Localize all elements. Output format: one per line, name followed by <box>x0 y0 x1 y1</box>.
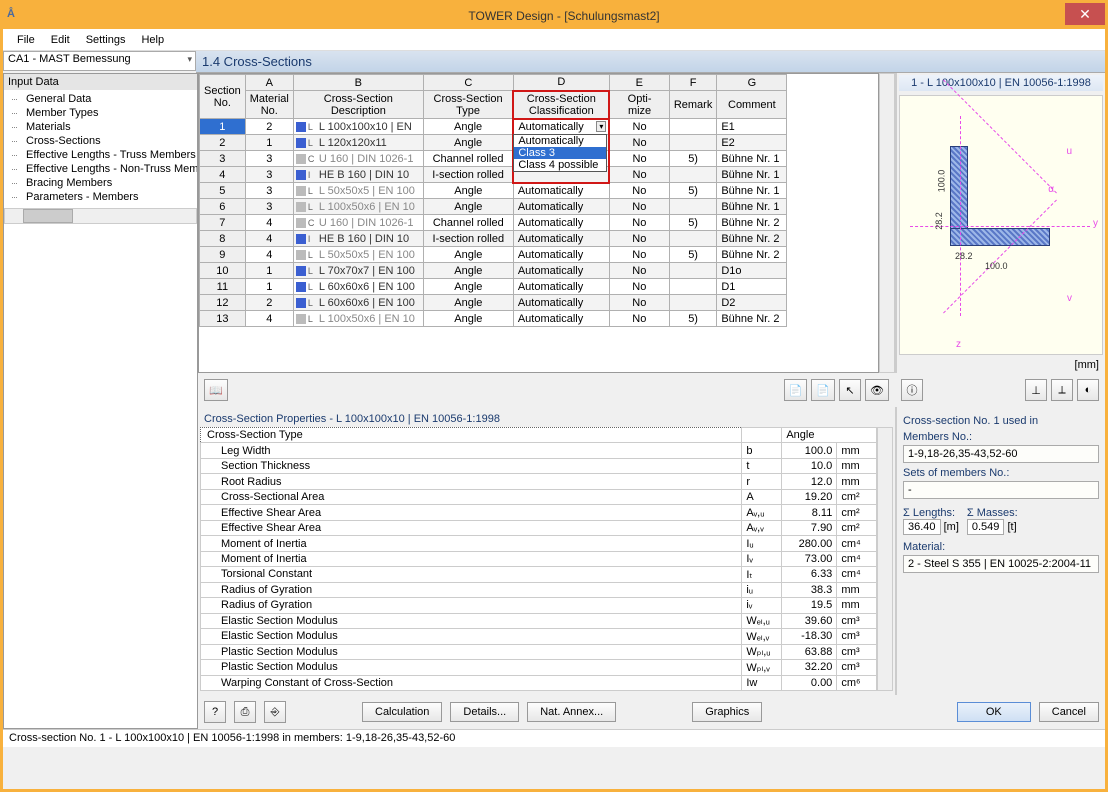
icon-btn-1[interactable]: 📄 <box>784 379 808 401</box>
mass-unit: [t] <box>1007 521 1016 533</box>
preview-caption: 1 - L 100x100x10 | EN 10056-1:1998 <box>899 75 1103 91</box>
tree-item[interactable]: Materials <box>4 120 197 134</box>
close-button[interactable]: ✕ <box>1065 3 1105 25</box>
window-title: TOWER Design - [Schulungsmast2] <box>23 9 1105 23</box>
menu-file[interactable]: File <box>9 32 43 48</box>
app-icon: Å <box>7 8 23 24</box>
table-row[interactable]: 94L L 50x50x5 | EN 100AngleAutomatically… <box>200 247 787 263</box>
tree-item[interactable]: Member Types <box>4 106 197 120</box>
tree-item[interactable]: Effective Lengths - Non-Truss Members <box>4 162 197 176</box>
cross-sections-grid[interactable]: SectionNo.ABCDEFGMaterialNo.Cross-Sectio… <box>199 74 787 327</box>
props-title: Cross-Section Properties - L 100x100x10 … <box>200 411 893 427</box>
table-row[interactable]: 21L L 120x120x11AngleNoE2 <box>200 135 787 151</box>
help-button[interactable]: ? <box>204 701 226 723</box>
calculation-button[interactable]: Calculation <box>362 702 442 722</box>
cancel-button[interactable]: Cancel <box>1039 702 1099 722</box>
props-table: Cross-Section TypeAngleLeg Widthb100.0mm… <box>200 427 877 691</box>
table-row[interactable]: 122L L 60x60x6 | EN 100AngleAutomaticall… <box>200 295 787 311</box>
nat-annex-button[interactable]: Nat. Annex... <box>527 702 616 722</box>
ok-button[interactable]: OK <box>957 702 1031 722</box>
icon-btn-3[interactable]: ↖ <box>839 379 861 401</box>
material-box: 2 - Steel S 355 | EN 10025-2:2004-11 <box>903 555 1099 573</box>
titlebar: Å TOWER Design - [Schulungsmast2] ✕ <box>3 3 1105 29</box>
menu-settings[interactable]: Settings <box>78 32 134 48</box>
mass-value: 0.549 <box>967 519 1005 535</box>
combo-main[interactable]: CA1 - MAST Bemessung <box>3 51 196 71</box>
details-button[interactable]: Details... <box>450 702 519 722</box>
statusbar: Cross-section No. 1 - L 100x100x10 | EN … <box>3 729 1105 747</box>
sets-label: Sets of members No.: <box>903 467 1099 479</box>
sets-box: - <box>903 481 1099 499</box>
props-vscroll[interactable] <box>877 427 893 691</box>
length-label: Σ Lengths: <box>903 507 959 519</box>
table-row[interactable]: 74C U 160 | DIN 1026-1Channel rolledAuto… <box>200 215 787 231</box>
table-row[interactable]: 33C U 160 | DIN 1026-1Channel rolledNo5)… <box>200 151 787 167</box>
dim-button[interactable]: ⟂ <box>1051 379 1073 401</box>
menu-help[interactable]: Help <box>133 32 172 48</box>
tree-header: Input Data <box>4 74 197 90</box>
icon-btn-4[interactable]: 👁 <box>865 379 889 401</box>
mass-label: Σ Masses: <box>967 507 1018 519</box>
tree-item[interactable]: Bracing Members <box>4 176 197 190</box>
menu-edit[interactable]: Edit <box>43 32 78 48</box>
grid-vscroll[interactable] <box>879 73 895 373</box>
tree-item[interactable]: General Data <box>4 92 197 106</box>
library-button[interactable]: 📖 <box>204 379 228 401</box>
material-label: Material: <box>903 541 1099 553</box>
length-unit: [m] <box>944 521 959 533</box>
members-label: Members No.: <box>903 431 1099 443</box>
tree-item[interactable]: Effective Lengths - Truss Members <box>4 148 197 162</box>
table-row[interactable]: 43I HE B 160 | DIN 10I-section rolledNoB… <box>200 167 787 183</box>
info-button[interactable]: ⓘ <box>901 379 923 401</box>
table-row[interactable]: 84I HE B 160 | DIN 10I-section rolledAut… <box>200 231 787 247</box>
preview-unit: [mm] <box>899 359 1103 371</box>
table-row[interactable]: 12L L 100x100x10 | ENAngleAutomatically▾… <box>200 119 787 135</box>
stress-button[interactable]: ◐ <box>1077 379 1099 401</box>
preview-canvas: y z u v α 100.0 28.2 28.2 100.0 <box>899 95 1103 355</box>
table-row[interactable]: 53L L 50x50x5 | EN 100AngleAutomatically… <box>200 183 787 199</box>
section-title: 1.4 Cross-Sections <box>196 51 1105 73</box>
import-button[interactable]: ⎆ <box>264 701 286 723</box>
tree-item[interactable]: Parameters - Members <box>4 190 197 204</box>
members-box: 1-9,18-26,35-43,52-60 <box>903 445 1099 463</box>
table-row[interactable]: 111L L 60x60x6 | EN 100AngleAutomaticall… <box>200 279 787 295</box>
used-in-label: Cross-section No. 1 used in <box>903 415 1099 427</box>
tree-item[interactable]: Cross-Sections <box>4 134 197 148</box>
table-row[interactable]: 101L L 70x70x7 | EN 100AngleAutomaticall… <box>200 263 787 279</box>
menubar: File Edit Settings Help <box>3 29 1105 51</box>
axis-button[interactable]: ⊥ <box>1025 379 1047 401</box>
icon-btn-2[interactable]: 📄 <box>811 379 835 401</box>
export-button[interactable]: ⎙ <box>234 701 256 723</box>
length-value: 36.40 <box>903 519 941 535</box>
graphics-button[interactable]: Graphics <box>692 702 762 722</box>
sidebar-hscroll[interactable] <box>4 208 197 224</box>
table-row[interactable]: 63L L 100x50x6 | EN 10AngleAutomatically… <box>200 199 787 215</box>
table-row[interactable]: 134L L 100x50x6 | EN 10AngleAutomaticall… <box>200 311 787 327</box>
